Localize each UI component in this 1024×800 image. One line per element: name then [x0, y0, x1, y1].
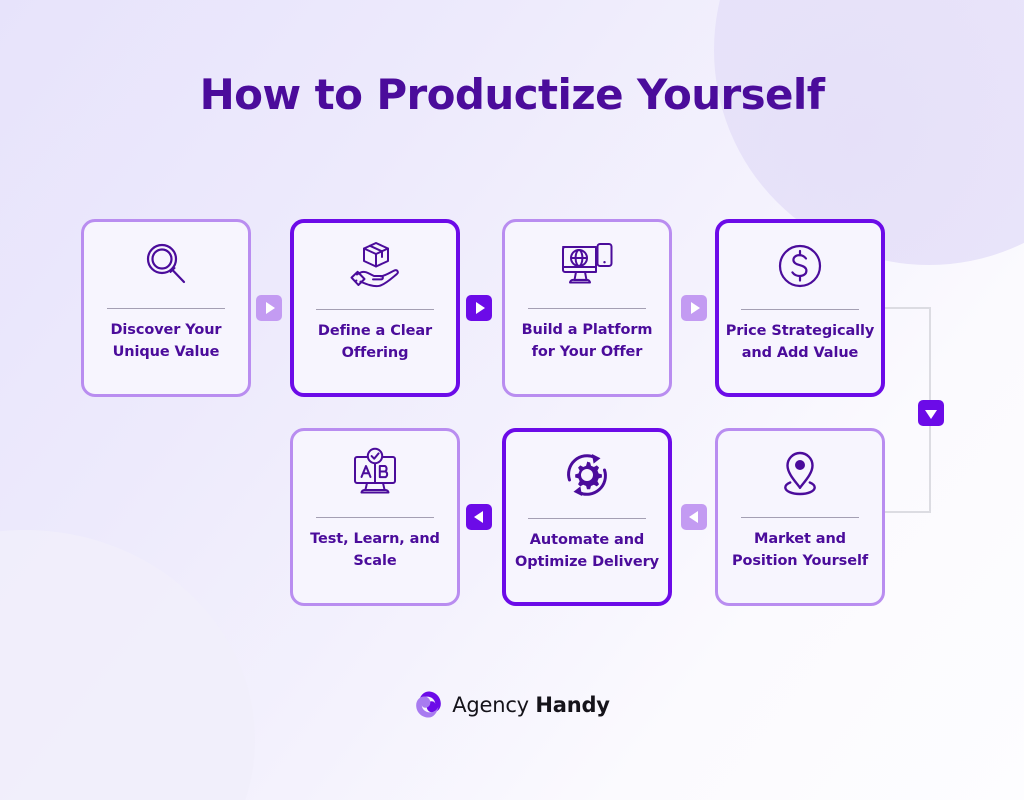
arrow-chip-1[interactable] — [256, 295, 282, 321]
step-card-5-line1: Test, Learn, and — [310, 531, 440, 547]
step-card-6-line1: Automate and — [529, 532, 645, 548]
arrow-chip-5[interactable] — [681, 504, 707, 530]
play-arrow-right-icon — [265, 302, 275, 314]
step-card-3-line1: Build a Platform — [521, 322, 653, 338]
step-card-7-line2: Position Yourself — [731, 553, 869, 570]
brand-wordmark: Agency Handy — [452, 693, 610, 717]
step-card-7-line1: Market and — [754, 531, 846, 547]
step-card-3-label: Build a Platform for Your Offer — [507, 319, 667, 364]
page-title: How to Productize Yourself — [199, 70, 825, 119]
step-card-6-label: Automate and Optimize Delivery — [507, 529, 667, 574]
card-divider — [528, 308, 646, 309]
monitor-globe-phone-icon — [505, 222, 669, 308]
step-card-3-line2: for Your Offer — [531, 344, 643, 361]
gear-refresh-icon — [506, 432, 668, 518]
step-card-5-label: Test, Learn, and Scale — [295, 528, 455, 573]
step-card-6[interactable]: Automate and Optimize Delivery — [502, 428, 672, 606]
step-card-4[interactable]: Price Strategically and Add Value — [715, 219, 885, 397]
card-divider — [741, 309, 859, 310]
card-divider — [528, 518, 646, 519]
step-card-5-line2: Scale — [353, 553, 397, 570]
magnifier-icon — [84, 222, 248, 308]
infographic-canvas: How to Productize Yourself Discover Your… — [0, 0, 1024, 800]
step-card-1-line2: Unique Value — [112, 344, 220, 361]
play-arrow-left-icon — [473, 511, 483, 523]
dollar-circle-icon — [719, 223, 881, 309]
play-arrow-down-icon — [925, 409, 937, 419]
step-card-7[interactable]: Market and Position Yourself — [715, 428, 885, 606]
step-card-4-line1: Price Strategically — [725, 323, 875, 339]
step-card-4-label: Price Strategically and Add Value — [720, 320, 880, 365]
arrow-chip-3[interactable] — [681, 295, 707, 321]
card-divider — [107, 308, 225, 309]
step-card-3[interactable]: Build a Platform for Your Offer — [502, 219, 672, 397]
brand-logo: Agency Handy — [0, 690, 1024, 719]
step-card-6-line2: Optimize Delivery — [514, 554, 659, 571]
step-card-2[interactable]: Define a Clear Offering — [290, 219, 460, 397]
step-card-5[interactable]: Test, Learn, and Scale — [290, 428, 460, 606]
play-arrow-right-icon — [690, 302, 700, 314]
arrow-chip-2[interactable] — [466, 295, 492, 321]
play-arrow-right-icon — [475, 302, 485, 314]
ab-test-monitor-icon — [293, 431, 457, 517]
play-arrow-left-icon — [688, 511, 698, 523]
step-card-2-label: Define a Clear Offering — [295, 320, 455, 365]
card-divider — [741, 517, 859, 518]
location-pin-icon — [718, 431, 882, 517]
step-card-1-label: Discover Your Unique Value — [86, 319, 246, 364]
brand-name-bold: Handy — [535, 692, 610, 717]
step-card-1[interactable]: Discover Your Unique Value — [81, 219, 251, 397]
arrow-chip-4[interactable] — [918, 400, 944, 426]
arrow-chip-6[interactable] — [466, 504, 492, 530]
brand-name-regular: Agency — [452, 692, 529, 717]
step-card-2-line1: Define a Clear — [317, 323, 433, 339]
hand-holding-box-icon — [294, 223, 456, 309]
step-card-1-line1: Discover Your — [110, 322, 222, 338]
step-card-4-line2: and Add Value — [741, 345, 859, 362]
card-divider — [316, 309, 434, 310]
step-card-2-line2: Offering — [341, 345, 409, 362]
step-card-7-label: Market and Position Yourself — [720, 528, 880, 573]
agency-handy-swirl-logo — [416, 691, 442, 718]
card-divider — [316, 517, 434, 518]
decorative-blob-bottom-left — [0, 530, 255, 800]
